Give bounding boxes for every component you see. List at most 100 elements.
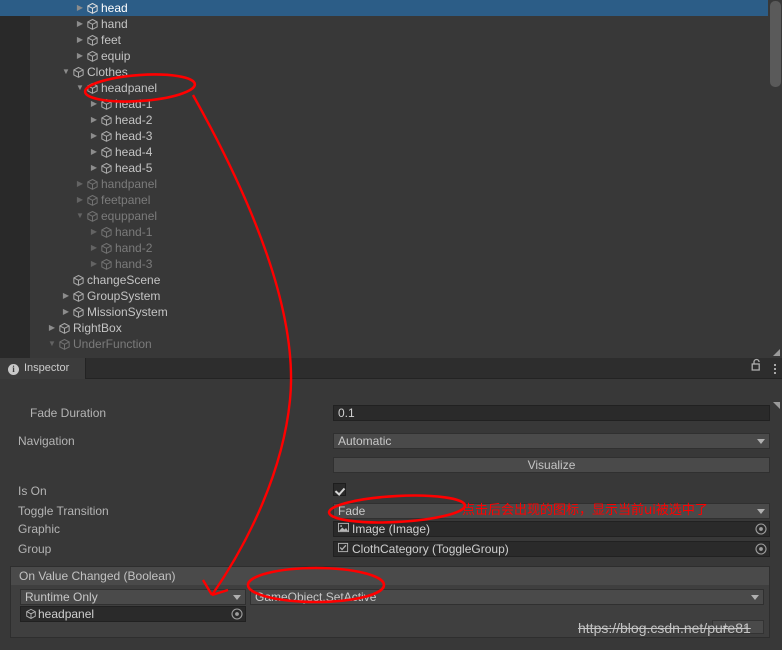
gameobject-cube-icon	[100, 256, 115, 272]
navigation-dropdown-label: Automatic	[338, 434, 392, 448]
hierarchy-item-label: hand-3	[115, 257, 153, 271]
is-on-checkbox[interactable]	[333, 483, 346, 496]
gameobject-cube-icon	[86, 32, 101, 48]
object-picker-icon[interactable]	[755, 523, 767, 535]
lock-open-icon[interactable]	[751, 358, 762, 379]
hierarchy-item-label: handpanel	[101, 177, 158, 191]
hierarchy-item-label: MissionSystem	[87, 305, 168, 319]
gameobject-cube-icon	[100, 96, 115, 112]
gameobject-cube-icon	[86, 80, 101, 96]
gameobject-cube-icon	[86, 176, 101, 192]
hierarchy-item-groupsystem[interactable]: ▶ GroupSystem	[0, 288, 768, 304]
event-target-object-field[interactable]: headpanel	[20, 606, 246, 622]
gameobject-cube-icon	[72, 288, 87, 304]
chevron-right-icon[interactable]: ▶	[74, 0, 86, 16]
hierarchy-item-label: feetpanel	[101, 193, 151, 207]
hierarchy-item-head-3[interactable]: ▶ head-3	[0, 128, 768, 144]
object-picker-icon[interactable]	[755, 543, 767, 555]
graphic-object-field[interactable]: Image (Image)	[333, 521, 770, 537]
hierarchy-item-headpanel[interactable]: ▼ headpanel	[0, 80, 768, 96]
chevron-right-icon[interactable]: ▶	[60, 304, 72, 320]
tab-inspector[interactable]: i Inspector	[0, 358, 87, 379]
chevron-down-icon[interactable]: ▼	[74, 80, 86, 96]
chevron-right-icon[interactable]: ▶	[74, 176, 86, 192]
chevron-right-icon[interactable]: ▶	[88, 144, 100, 160]
kebab-menu-icon[interactable]	[774, 362, 776, 376]
chevron-right-icon[interactable]: ▶	[88, 96, 100, 112]
hierarchy-item-equppanel[interactable]: ▼ equppanel	[0, 208, 768, 224]
chevron-down-icon[interactable]: ▼	[74, 208, 86, 224]
chevron-right-icon[interactable]: ▶	[88, 224, 100, 240]
hierarchy-item-hand-3[interactable]: ▶ hand-3	[0, 256, 768, 272]
event-function-label: GameObject.SetActive	[255, 590, 377, 604]
chevron-down-icon[interactable]: ▼	[46, 336, 58, 352]
hierarchy-item-feet[interactable]: ▶ feet	[0, 32, 768, 48]
gameobject-cube-icon	[100, 160, 115, 176]
property-row-visualize: Visualize	[0, 457, 782, 474]
gameobject-cube-icon	[100, 112, 115, 128]
chevron-right-icon[interactable]: ▶	[88, 112, 100, 128]
property-row-is-on: Is On	[0, 483, 782, 500]
chevron-down-icon[interactable]: ▼	[60, 64, 72, 80]
property-label-navigation: Navigation	[18, 434, 75, 448]
tab-inspector-label: Inspector	[24, 362, 70, 374]
chevron-right-icon[interactable]: ▶	[46, 320, 58, 336]
chevron-down-icon	[757, 509, 765, 514]
hierarchy-scrollbar[interactable]	[768, 0, 782, 345]
hierarchy-item-label: head-2	[115, 113, 153, 127]
hierarchy-item-label: equppanel	[101, 209, 158, 223]
unity-editor-window: ▶ head ▶ hand ▶ feet ▶ equip ▼ Clothes ▼ headpanel ▶…	[0, 0, 782, 650]
property-row-navigation: Navigation Automatic	[0, 433, 782, 450]
hierarchy-item-equip[interactable]: ▶ equip	[0, 48, 768, 64]
hierarchy-item-changescene[interactable]: changeScene	[0, 272, 768, 288]
hierarchy-item-rightbox[interactable]: ▶ RightBox	[0, 320, 768, 336]
chevron-right-icon[interactable]: ▶	[88, 256, 100, 272]
hierarchy-item-hand-2[interactable]: ▶ hand-2	[0, 240, 768, 256]
hierarchy-tree[interactable]: ▶ head ▶ hand ▶ feet ▶ equip ▼ Clothes ▼ headpanel ▶…	[0, 0, 768, 358]
hierarchy-item-head-2[interactable]: ▶ head-2	[0, 112, 768, 128]
info-icon: i	[8, 364, 19, 375]
gameobject-cube-icon	[100, 144, 115, 160]
hierarchy-item-missionsystem[interactable]: ▶ MissionSystem	[0, 304, 768, 320]
hierarchy-item-feetpanel[interactable]: ▶ feetpanel	[0, 192, 768, 208]
hierarchy-item-label: head-5	[115, 161, 153, 175]
property-label-group: Group	[18, 542, 52, 556]
group-object-label: ClothCategory (ToggleGroup)	[352, 542, 509, 556]
property-label-graphic: Graphic	[18, 522, 61, 536]
hierarchy-item-label: head-3	[115, 129, 153, 143]
hierarchy-item-underfunction[interactable]: ▼ UnderFunction	[0, 336, 768, 352]
chevron-right-icon[interactable]: ▶	[88, 128, 100, 144]
hierarchy-item-clothes[interactable]: ▼ Clothes	[0, 64, 768, 80]
visualize-button[interactable]: Visualize	[333, 457, 770, 473]
hierarchy-item-label: head-4	[115, 145, 153, 159]
fade-duration-input[interactable]: 0.1	[333, 405, 770, 421]
group-object-field[interactable]: ClothCategory (ToggleGroup)	[333, 541, 770, 557]
chevron-right-icon[interactable]: ▶	[60, 288, 72, 304]
inspector-tools	[751, 358, 778, 379]
chevron-right-icon[interactable]: ▶	[88, 160, 100, 176]
object-picker-icon[interactable]	[231, 608, 243, 620]
chevron-right-icon[interactable]: ▶	[74, 32, 86, 48]
hierarchy-item-label: headpanel	[101, 81, 158, 95]
hierarchy-scrollbar-thumb[interactable]	[770, 1, 781, 87]
on-value-changed-header: On Value Changed (Boolean)	[11, 567, 769, 585]
chevron-right-icon[interactable]: ▶	[88, 240, 100, 256]
event-mode-dropdown[interactable]: Runtime Only	[20, 589, 246, 605]
hierarchy-item-head-1[interactable]: ▶ head-1	[0, 96, 768, 112]
gameobject-cube-icon	[58, 320, 73, 336]
hierarchy-resize-corner[interactable]	[768, 345, 782, 358]
event-function-dropdown[interactable]: GameObject.SetActive	[250, 589, 764, 605]
hierarchy-item-label: RightBox	[73, 321, 122, 335]
hierarchy-item-handpanel[interactable]: ▶ handpanel	[0, 176, 768, 192]
chevron-right-icon[interactable]: ▶	[74, 48, 86, 64]
navigation-dropdown[interactable]: Automatic	[333, 433, 770, 449]
chevron-right-icon[interactable]: ▶	[74, 192, 86, 208]
hierarchy-item-label: hand-1	[115, 225, 153, 239]
hierarchy-item-head-5[interactable]: ▶ head-5	[0, 160, 768, 176]
hierarchy-item-hand-1[interactable]: ▶ hand-1	[0, 224, 768, 240]
chevron-right-icon[interactable]: ▶	[74, 16, 86, 32]
hierarchy-item-hand[interactable]: ▶ hand	[0, 16, 768, 32]
event-mode-label: Runtime Only	[25, 590, 98, 604]
hierarchy-item-head-4[interactable]: ▶ head-4	[0, 144, 768, 160]
hierarchy-item-head[interactable]: ▶ head	[0, 0, 768, 16]
